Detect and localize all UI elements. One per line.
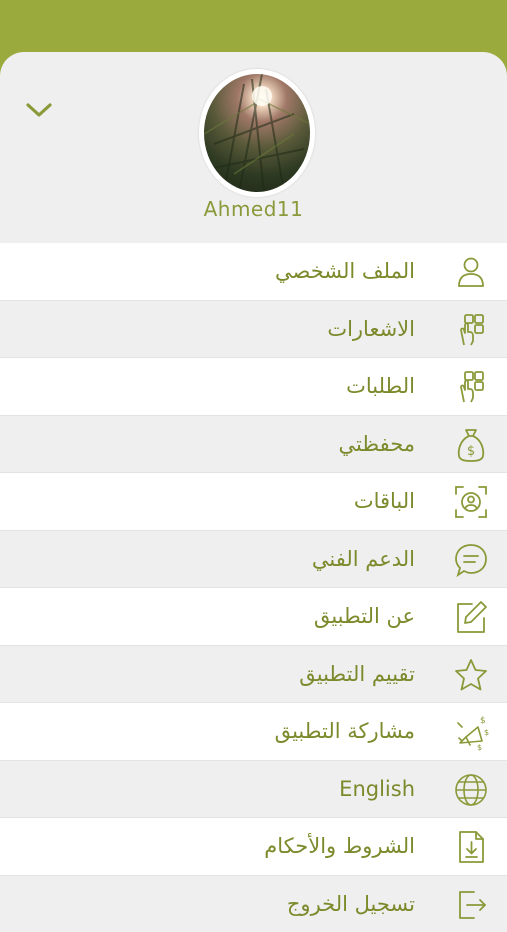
menu-item-label: الطلبات (346, 358, 415, 414)
svg-text:$: $ (484, 728, 489, 737)
edit-icon (452, 598, 490, 636)
svg-text:$: $ (467, 444, 475, 459)
menu-item-label: الملف الشخصي (275, 243, 415, 299)
menu-item-label: English (339, 761, 415, 817)
megaphone-icon: $ $ $ (452, 713, 490, 751)
menu-item-support[interactable]: الدعم الفني (0, 531, 507, 589)
menu-item-packages[interactable]: الباقات (0, 473, 507, 531)
tap-hand-icon (452, 368, 490, 406)
collapse-chevron-button[interactable] (22, 96, 56, 126)
menu-item-label: الاشعارات (327, 301, 415, 357)
money-bag-icon: $ (452, 426, 490, 464)
avatar[interactable] (199, 69, 315, 197)
menu-item-label: تقييم التطبيق (299, 646, 415, 702)
menu-item-label: عن التطبيق (314, 588, 415, 644)
menu-item-label: الشروط والأحكام (264, 818, 415, 874)
menu-item-orders[interactable]: الطلبات (0, 358, 507, 416)
face-id-icon (452, 483, 490, 521)
document-download-icon (452, 828, 490, 866)
menu-item-label: تسجيل الخروج (287, 876, 415, 932)
chat-bubble-icon (452, 541, 490, 579)
menu-item-language[interactable]: English (0, 761, 507, 819)
svg-text:$: $ (477, 743, 482, 751)
menu-item-label: الباقات (354, 473, 415, 529)
menu-item-terms[interactable]: الشروط والأحكام (0, 818, 507, 876)
menu-list: الملف الشخصي الاشعارات الطلبات (0, 243, 507, 932)
menu-item-logout[interactable]: تسجيل الخروج (0, 876, 507, 932)
drawer-sheet: Ahmed11 الملف الشخصي الاشعارات (0, 52, 507, 932)
tap-hand-icon (452, 311, 490, 349)
logout-icon (452, 886, 490, 924)
menu-item-about[interactable]: عن التطبيق (0, 588, 507, 646)
user-icon (452, 253, 490, 291)
menu-item-notifications[interactable]: الاشعارات (0, 301, 507, 359)
menu-item-label: الدعم الفني (312, 531, 415, 587)
menu-item-label: مشاركة التطبيق (275, 703, 415, 759)
menu-item-label: محفظتي (339, 416, 416, 472)
menu-item-profile[interactable]: الملف الشخصي (0, 243, 507, 301)
menu-item-share[interactable]: مشاركة التطبيق $ $ $ (0, 703, 507, 761)
globe-icon (452, 771, 490, 809)
star-icon (452, 656, 490, 694)
svg-text:$: $ (480, 716, 486, 726)
chevron-down-icon (22, 96, 56, 126)
username: Ahmed11 (0, 197, 507, 221)
menu-item-wallet[interactable]: محفظتي $ (0, 416, 507, 474)
menu-item-rate[interactable]: تقييم التطبيق (0, 646, 507, 704)
